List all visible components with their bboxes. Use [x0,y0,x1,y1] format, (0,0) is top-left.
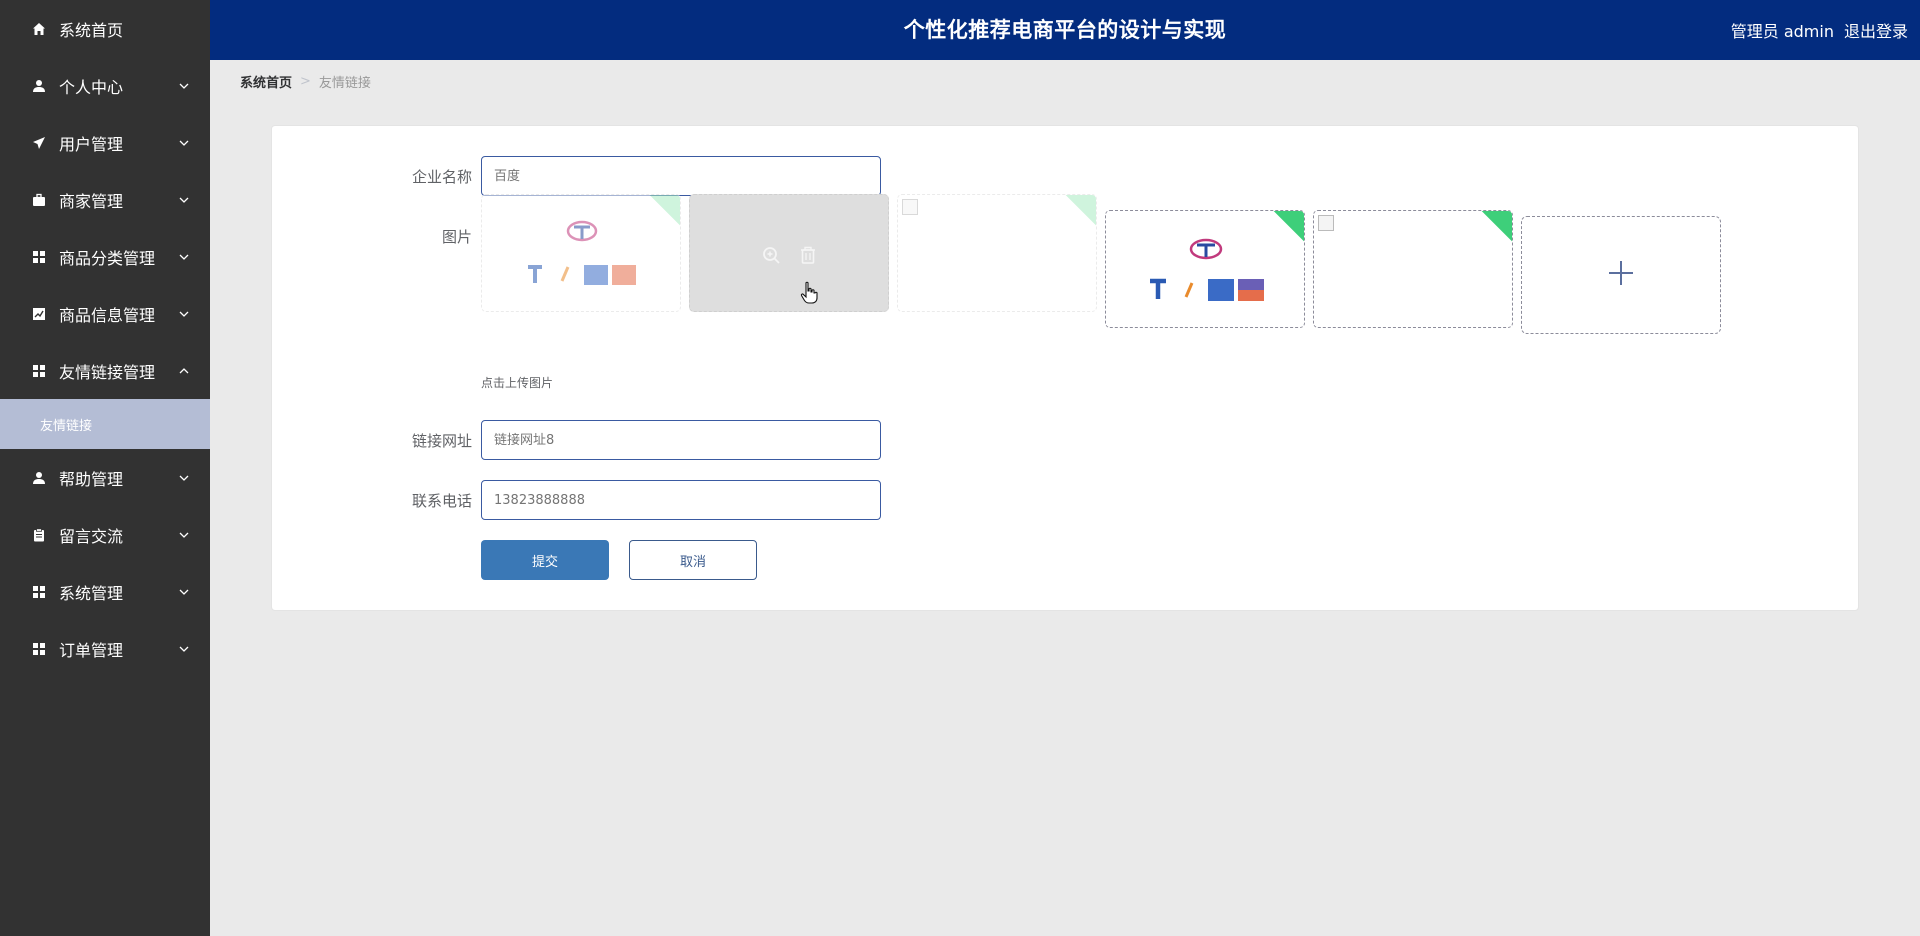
user-icon [31,470,47,486]
logo-thumbnail-image [528,220,636,285]
uploaded-image-tile[interactable] [897,194,1097,312]
sidebar-item-products[interactable]: 商品信息管理 [0,285,210,342]
chart-icon [31,306,47,322]
chevron-down-icon [178,472,190,484]
uploaded-image-tile[interactable] [1105,210,1305,328]
grid-icon [31,249,47,265]
breadcrumb: 系统首页 > 友情链接 [240,72,371,91]
submit-button[interactable]: 提交 [481,540,609,580]
current-user: 管理员 admin [1730,22,1834,41]
grid-icon [31,584,47,600]
chevron-down-icon [178,80,190,92]
sidebar-item-label: 友情链接管理 [59,362,156,382]
sidebar-item-users[interactable]: 用户管理 [0,114,210,171]
grid-icon [31,363,47,379]
sidebar-item-help[interactable]: 帮助管理 [0,449,210,506]
breadcrumb-current: 友情链接 [318,76,371,91]
briefcase-icon [31,192,47,208]
chevron-down-icon [178,137,190,149]
sidebar-item-messages[interactable]: 留言交流 [0,506,210,563]
sidebar-item-orders[interactable]: 订单管理 [0,620,210,677]
sidebar-item-label: 订单管理 [59,640,124,660]
cancel-button[interactable]: 取消 [629,540,757,580]
breadcrumb-home[interactable]: 系统首页 [240,72,292,91]
breadcrumb-separator: > [300,74,311,89]
sidebar: 系统首页 个人中心 用户管理 商家管理 商品分类管理 商品信息管理 友情链接管理… [0,0,210,936]
uploaded-image-tile[interactable] [1313,210,1513,328]
sidebar-item-home[interactable]: 系统首页 [0,0,210,57]
upload-add-button[interactable] [1521,216,1721,334]
clipboard-icon [31,527,47,543]
sidebar-item-label: 留言交流 [59,526,124,546]
sidebar-item-label: 帮助管理 [59,469,124,489]
delete-icon[interactable] [799,245,817,269]
user-icon [31,78,47,94]
broken-image-icon [902,199,918,215]
chevron-down-icon [178,643,190,655]
sidebar-item-system[interactable]: 系统管理 [0,563,210,620]
header-user-area: 管理员 admin 退出登录 [1721,0,1908,60]
app-title: 个性化推荐电商平台的设计与实现 [903,18,1227,42]
sidebar-item-label: 系统管理 [59,583,124,603]
sidebar-item-categories[interactable]: 商品分类管理 [0,228,210,285]
sidebar-item-links[interactable]: 友情链接管理 [0,342,210,399]
company-name-label: 企业名称 [411,168,472,186]
upload-success-marker [1478,211,1512,243]
broken-image-icon [1318,215,1334,231]
company-name-input[interactable] [481,156,881,196]
zoom-preview-icon[interactable] [761,245,781,269]
phone-input[interactable] [481,480,881,520]
sidebar-item-label: 商品信息管理 [59,305,156,325]
chevron-down-icon [178,194,190,206]
phone-label: 联系电话 [411,492,472,510]
chevron-down-icon [178,529,190,541]
sidebar-item-label: 商家管理 [59,191,124,211]
sidebar-subitem-label: 友情链接 [40,418,93,434]
grid-icon [31,641,47,657]
sidebar-item-label: 个人中心 [59,77,124,97]
chevron-down-icon [178,251,190,263]
sidebar-item-label: 用户管理 [59,134,124,154]
top-header: 个性化推荐电商平台的设计与实现 管理员 admin 退出登录 [210,0,1920,60]
upload-hint: 点击上传图片 [481,376,554,390]
logout-link[interactable]: 退出登录 [1844,18,1908,42]
sidebar-item-label: 系统首页 [59,20,124,40]
image-label: 图片 [441,228,472,246]
link-url-input[interactable] [481,420,881,460]
send-icon [31,135,47,151]
chevron-up-icon [178,365,190,377]
home-icon [31,21,47,37]
upload-success-marker [1062,195,1096,227]
cursor-hand-icon [800,281,818,309]
uploaded-image-tile[interactable] [481,194,681,312]
sidebar-item-label: 商品分类管理 [59,248,156,268]
tile-actions [690,245,888,269]
chevron-down-icon [178,586,190,598]
uploaded-image-tile-hover[interactable] [689,194,889,312]
plus-icon [1607,259,1635,291]
link-url-label: 链接网址 [411,432,472,450]
sidebar-subitem-links[interactable]: 友情链接 [0,399,210,449]
chevron-down-icon [178,308,190,320]
form-card: 企业名称 图片 [271,125,1859,611]
sidebar-item-merchants[interactable]: 商家管理 [0,171,210,228]
sidebar-item-profile[interactable]: 个人中心 [0,57,210,114]
logo-thumbnail-image [1150,238,1264,301]
